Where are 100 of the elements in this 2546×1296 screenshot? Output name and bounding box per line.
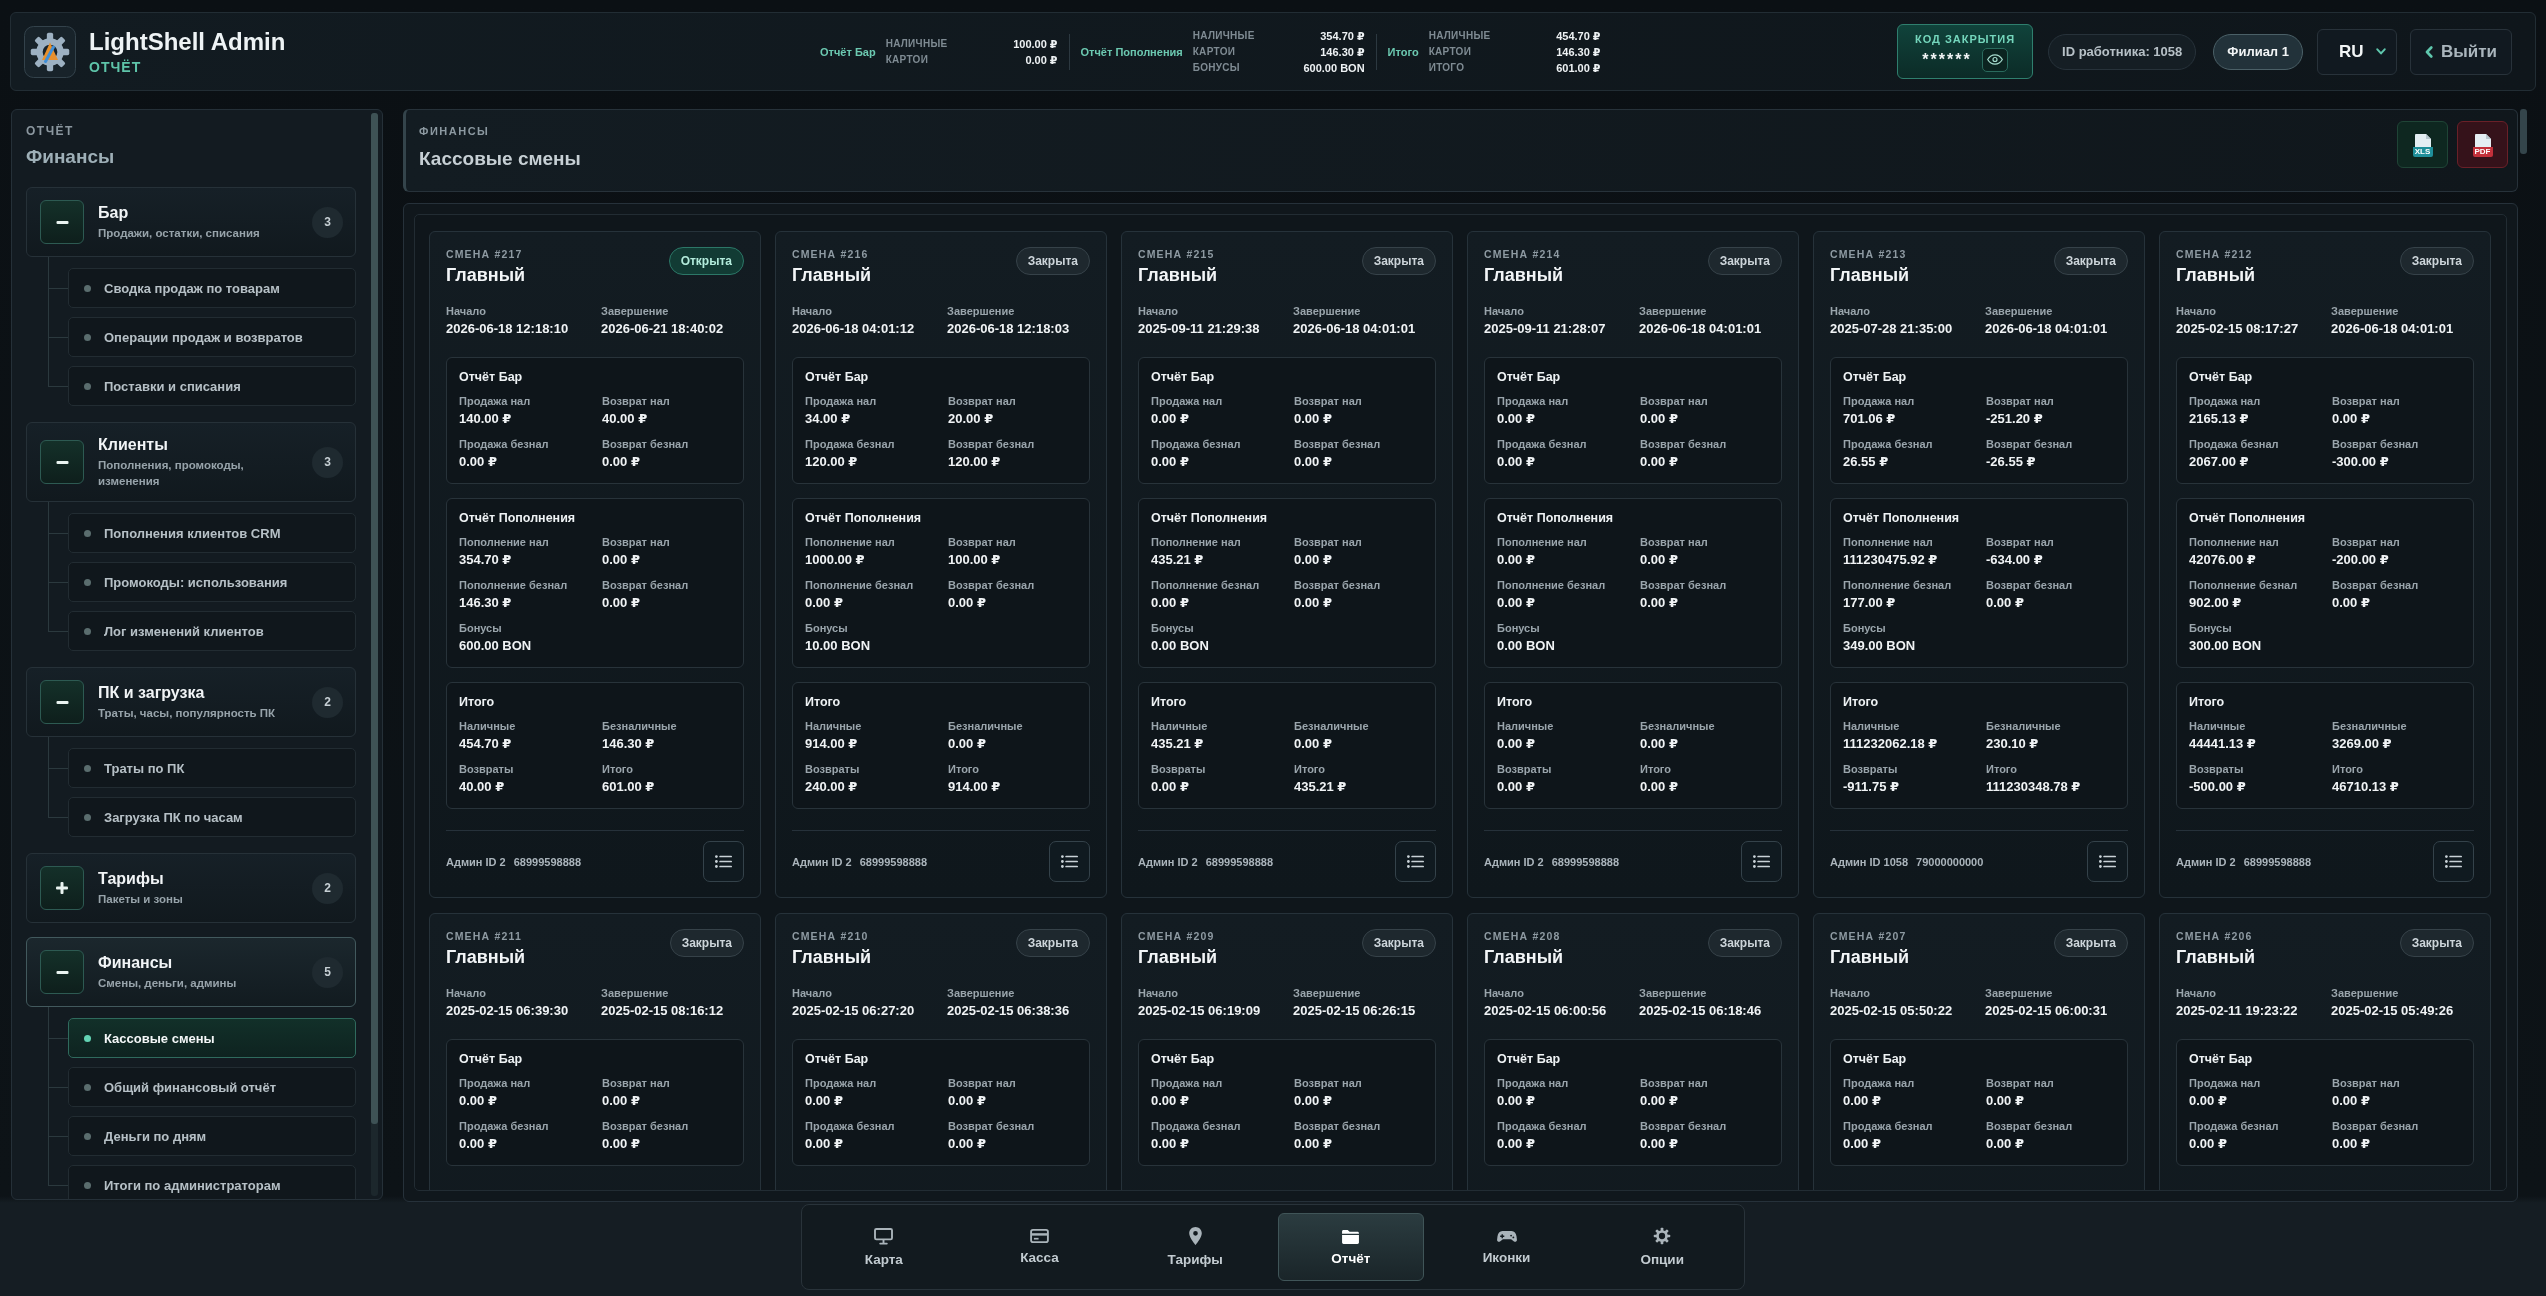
section-title: Отчёт Бар bbox=[1497, 369, 1562, 385]
shift-name: Главный bbox=[446, 946, 526, 968]
field-value: -500.00 ₽ bbox=[2189, 778, 2247, 795]
count-badge: 5 bbox=[312, 956, 343, 988]
details-button[interactable] bbox=[1741, 841, 1782, 882]
date-value: 2025-02-15 06:39:30 bbox=[446, 1002, 570, 1019]
field-value: 0.00 ₽ bbox=[1497, 1135, 1536, 1152]
sidebar-item[interactable]: Поставки и списания bbox=[68, 366, 356, 406]
field-label: Безналичные bbox=[1986, 719, 2062, 733]
section-title: Итого bbox=[1151, 694, 1188, 710]
field-value: 0.00 ₽ bbox=[1640, 1135, 1679, 1152]
export-button[interactable]: PDF bbox=[2457, 121, 2508, 168]
date-value: 2025-02-15 05:50:22 bbox=[1830, 1002, 1954, 1019]
field-label: Возврат нал bbox=[1294, 394, 1363, 408]
sidebar-item[interactable]: Сводка продаж по товарам bbox=[68, 268, 356, 308]
field-label: Возврат безнал bbox=[1294, 437, 1382, 451]
sidebar-item[interactable]: Общий финансовый отчёт bbox=[68, 1067, 356, 1107]
date-value: 2025-02-15 06:00:31 bbox=[1985, 1002, 2109, 1019]
nav-tab[interactable]: Тарифы bbox=[1122, 1213, 1268, 1281]
nav-tab[interactable]: Карта bbox=[811, 1213, 957, 1281]
sidebar-item[interactable]: Лог изменений клиентов bbox=[68, 611, 356, 651]
scrollbar-thumb[interactable] bbox=[2520, 109, 2527, 154]
branch-button[interactable]: Филиал 1 bbox=[2213, 33, 2303, 70]
status-badge: Закрыта bbox=[1361, 247, 1436, 275]
phone-number: 68999598888 bbox=[1551, 855, 1619, 868]
export-button[interactable]: XLS bbox=[2397, 121, 2448, 168]
date-label: Завершение bbox=[947, 986, 1016, 1000]
sidebar-item[interactable]: Загрузка ПК по часам bbox=[68, 797, 356, 837]
date-label: Завершение bbox=[2331, 304, 2400, 318]
details-button[interactable] bbox=[1395, 841, 1436, 882]
nav-tab[interactable]: Касса bbox=[966, 1213, 1113, 1281]
details-button[interactable] bbox=[2087, 841, 2128, 882]
field-value: 0.00 ₽ bbox=[1640, 778, 1679, 795]
status-badge: Закрыта bbox=[2399, 929, 2474, 957]
field-value: 601.00 ₽ bbox=[602, 778, 656, 795]
sidebar-item[interactable]: Деньги по дням bbox=[68, 1116, 356, 1156]
field-value: 0.00 ₽ bbox=[602, 594, 641, 611]
field-label: Возврат безнал bbox=[948, 1119, 1036, 1133]
details-button[interactable] bbox=[703, 841, 744, 882]
field-label: Продажа безнал bbox=[805, 437, 896, 451]
dot-icon bbox=[84, 1034, 91, 1042]
language-select[interactable]: RU bbox=[2316, 28, 2397, 75]
nav-tab[interactable]: Отчёт bbox=[1278, 1213, 1424, 1281]
details-button[interactable] bbox=[2433, 841, 2474, 882]
field-value: 0.00 ₽ bbox=[1294, 453, 1333, 470]
phone-number: 68999598888 bbox=[859, 855, 927, 868]
sidebar-item[interactable]: Кассовые смены bbox=[68, 1018, 356, 1058]
section-title: Отчёт Бар bbox=[1497, 1051, 1562, 1067]
field-label: Возврат безнал bbox=[2332, 1119, 2420, 1133]
expand-button[interactable] bbox=[40, 866, 84, 910]
field-label: Бонусы bbox=[805, 621, 849, 635]
date-value: 2026-06-18 04:01:12 bbox=[792, 320, 916, 337]
sidebar-item[interactable]: Пополнения клиентов CRM bbox=[68, 513, 356, 553]
field-value: 120.00 ₽ bbox=[805, 453, 859, 470]
field-value: 230.10 ₽ bbox=[1986, 735, 2040, 752]
field-label: Возврат безнал bbox=[1294, 1119, 1382, 1133]
details-button[interactable] bbox=[1049, 841, 1090, 882]
field-label: Возврат безнал bbox=[602, 578, 690, 592]
field-value: 914.00 ₽ bbox=[948, 778, 1002, 795]
field-value: 914.00 ₽ bbox=[805, 735, 859, 752]
show-code-button[interactable] bbox=[1981, 47, 2008, 72]
shift-name: Главный bbox=[2176, 946, 2256, 968]
date-value: 2025-02-15 06:18:46 bbox=[1639, 1002, 1763, 1019]
date-label: Начало bbox=[1484, 986, 1525, 1000]
summary-label: КАРТОИ bbox=[1428, 44, 1473, 59]
sidebar-item[interactable]: Промокоды: использования bbox=[68, 562, 356, 602]
field-label: Продажа нал bbox=[1497, 394, 1570, 408]
date-value: 2025-09-11 21:28:07 bbox=[1484, 320, 1607, 337]
field-value: 0.00 ₽ bbox=[1151, 1092, 1190, 1109]
date-value: 2026-06-18 04:01:01 bbox=[1639, 320, 1763, 337]
menu-group[interactable]: Финансы Смены, деньги, админы 5 bbox=[26, 937, 356, 1007]
sidebar-item[interactable]: Итоги по администраторам bbox=[68, 1165, 356, 1199]
field-label: Продажа безнал bbox=[1843, 1119, 1934, 1133]
field-label: Продажа нал bbox=[805, 1076, 878, 1090]
admin-label: Админ ID 2 bbox=[792, 855, 852, 868]
field-label: Пополнение нал bbox=[459, 535, 550, 549]
field-value: 454.70 ₽ bbox=[459, 735, 513, 752]
status-badge: Закрыта bbox=[1361, 929, 1436, 957]
section-title: Отчёт Бар bbox=[1843, 1051, 1908, 1067]
nav-tab[interactable]: Иконки bbox=[1433, 1213, 1580, 1281]
list-icon bbox=[715, 855, 732, 868]
sidebar-item[interactable]: Операции продаж и возвратов bbox=[68, 317, 356, 357]
menu-group[interactable]: Тарифы Пакеты и зоны 2 bbox=[26, 853, 356, 923]
field-value: 0.00 ₽ bbox=[459, 1092, 498, 1109]
field-label: Возврат безнал bbox=[1640, 437, 1728, 451]
nav-tab[interactable]: Опции bbox=[1589, 1213, 1736, 1281]
menu-group[interactable]: Клиенты Пополнения, промокоды, изменения 3 bbox=[26, 422, 356, 502]
caret-down-icon bbox=[2375, 48, 2386, 55]
field-value: 0.00 ₽ bbox=[1843, 1135, 1882, 1152]
menu-group[interactable]: Бар Продажи, остатки, списания 3 bbox=[26, 187, 356, 257]
sidebar-item[interactable]: Траты по ПК bbox=[68, 748, 356, 788]
field-label: Возвраты bbox=[1151, 762, 1207, 776]
section-title: Итого bbox=[2189, 694, 2226, 710]
field-value: 0.00 ₽ bbox=[805, 1092, 844, 1109]
menu-group[interactable]: ПК и загрузка Траты, часы, популярность ПК 2 bbox=[26, 667, 356, 737]
logout-button[interactable]: Выйти bbox=[2409, 28, 2512, 75]
minus-icon bbox=[55, 460, 69, 464]
field-label: Возврат нал bbox=[1294, 1076, 1363, 1090]
field-value: 34.00 ₽ bbox=[805, 410, 852, 427]
scrollbar-thumb[interactable] bbox=[371, 113, 378, 1124]
